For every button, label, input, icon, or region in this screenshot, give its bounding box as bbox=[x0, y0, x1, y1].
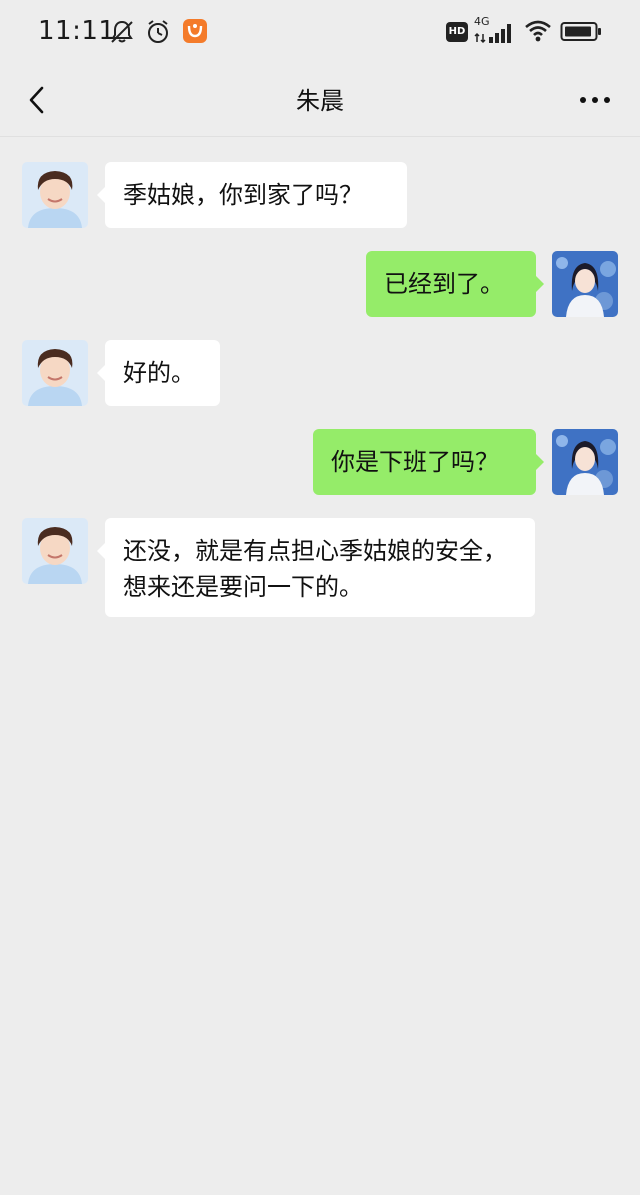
more-dots-icon bbox=[580, 97, 610, 103]
message-bubble[interactable]: 好的。 bbox=[97, 340, 220, 406]
chat-header: 朱晨 bbox=[0, 64, 640, 137]
battery-icon bbox=[560, 22, 601, 41]
my-avatar-image bbox=[552, 251, 618, 317]
message-text: 还没，就是有点担心季姑娘的安全，想来还是要问一下的。 bbox=[123, 537, 507, 601]
message-bubble[interactable]: 还没，就是有点担心季姑娘的安全，想来还是要问一下的。 bbox=[97, 518, 535, 617]
contact-avatar[interactable] bbox=[22, 518, 88, 584]
hd-badge: HD bbox=[446, 22, 468, 42]
contact-avatar-image bbox=[22, 340, 88, 406]
message-text: 季姑娘，你到家了吗？ bbox=[123, 181, 363, 209]
contact-avatar-image bbox=[22, 162, 88, 228]
alarm-icon bbox=[148, 20, 168, 43]
signal-icon bbox=[474, 24, 511, 44]
message-bubble[interactable]: 已经到了。 bbox=[366, 251, 544, 317]
contact-avatar[interactable] bbox=[22, 162, 88, 228]
contact-avatar-image bbox=[22, 518, 88, 584]
wifi-icon bbox=[525, 20, 551, 42]
message-text: 你是下班了吗？ bbox=[331, 448, 499, 476]
status-bar: 11:11 HD 4G bbox=[0, 0, 640, 64]
chat-title: 朱晨 bbox=[296, 87, 344, 115]
my-avatar-image bbox=[552, 429, 618, 495]
status-time: 11:11 bbox=[38, 16, 116, 46]
contact-avatar[interactable] bbox=[22, 340, 88, 406]
message-bubble[interactable]: 季姑娘，你到家了吗？ bbox=[97, 162, 407, 228]
my-avatar[interactable] bbox=[552, 251, 618, 317]
my-avatar[interactable] bbox=[552, 429, 618, 495]
message-text: 已经到了。 bbox=[384, 270, 504, 298]
app-notification-icon bbox=[183, 19, 207, 43]
message-text: 好的。 bbox=[123, 359, 195, 387]
message-bubble[interactable]: 你是下班了吗？ bbox=[313, 429, 544, 495]
mute-bell-icon bbox=[111, 20, 133, 43]
more-options-button[interactable] bbox=[570, 78, 620, 122]
